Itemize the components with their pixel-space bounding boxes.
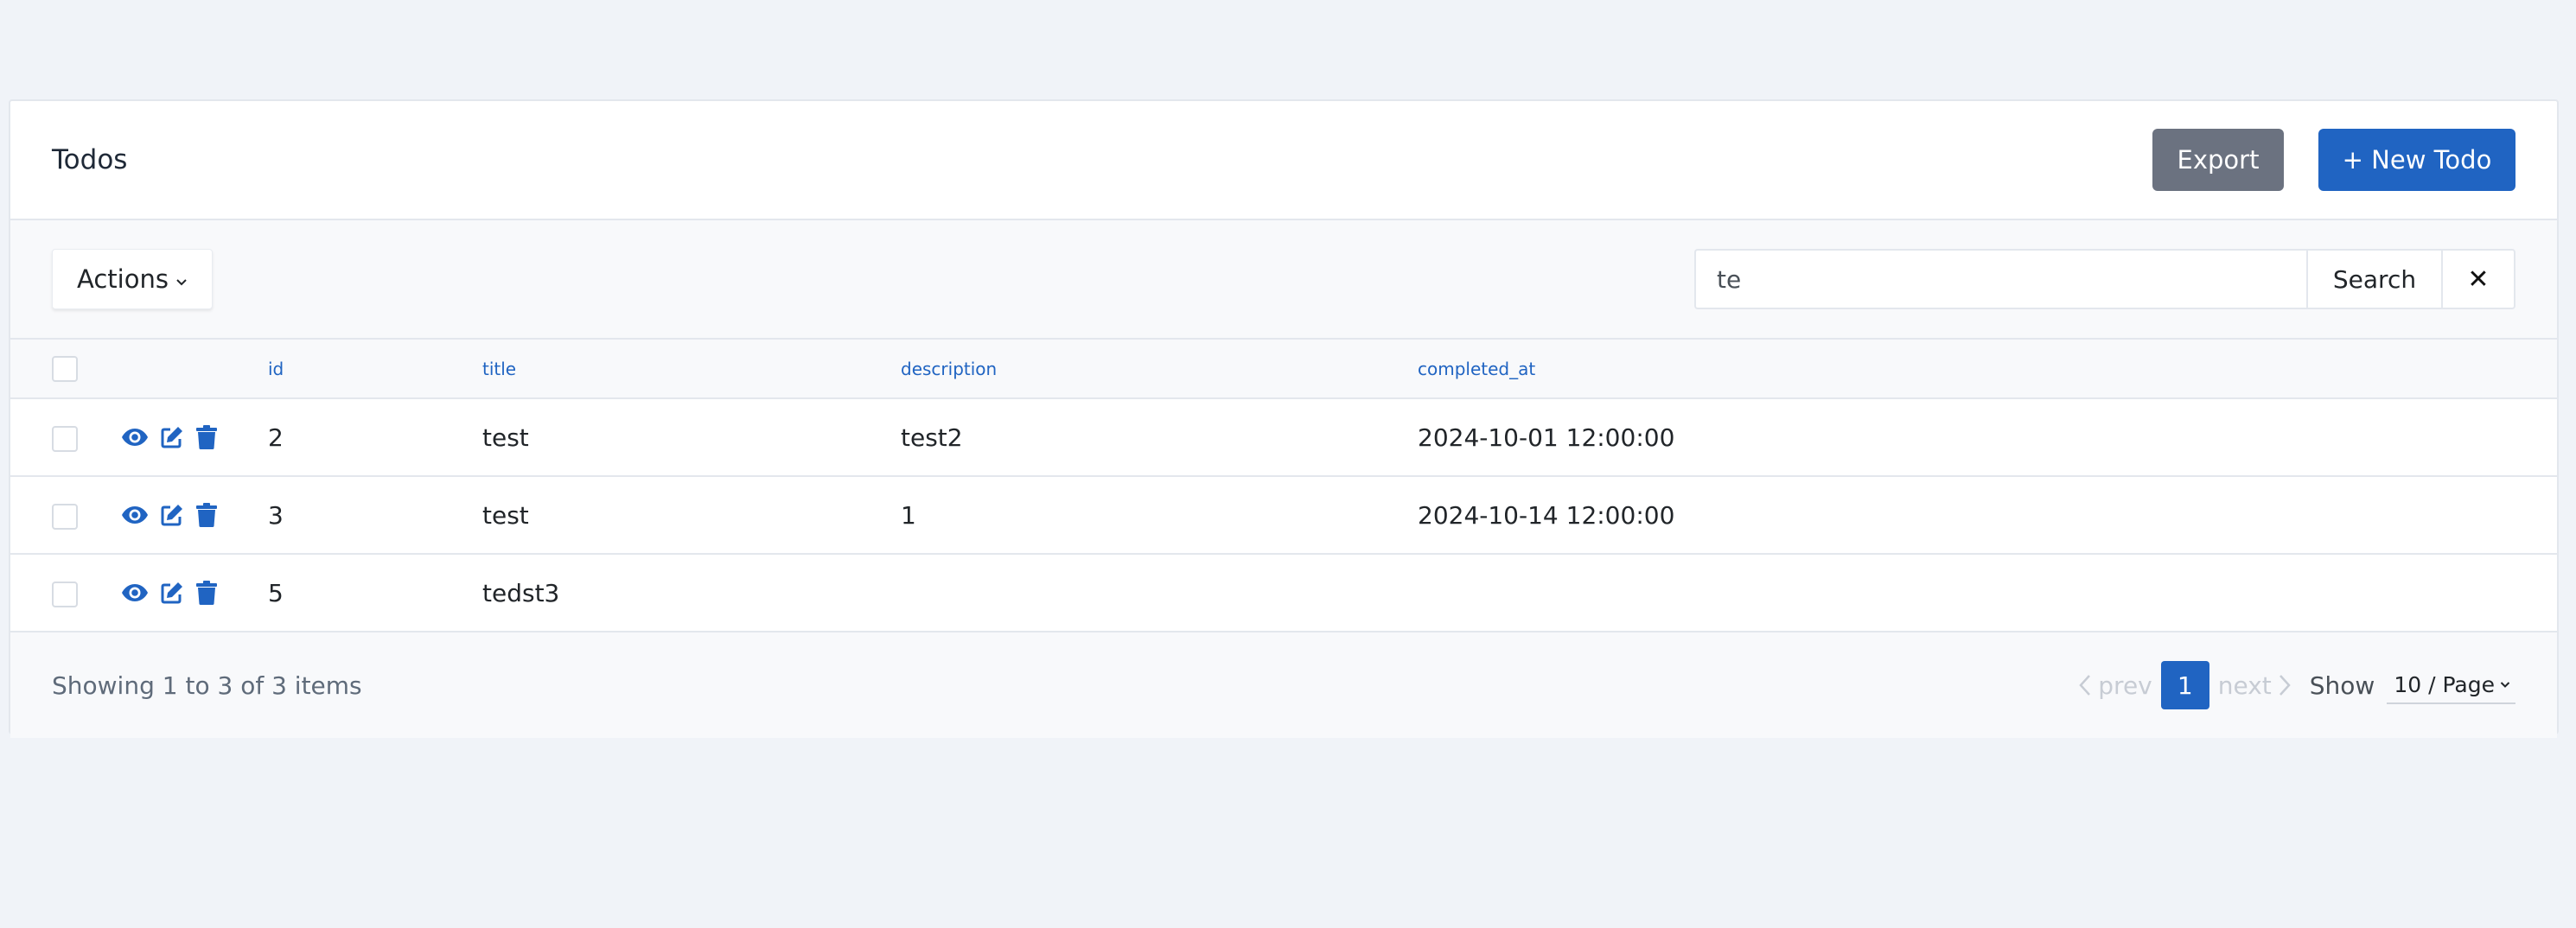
column-header-completed-at[interactable]: completed_at xyxy=(1418,340,2557,399)
cell-description: test2 xyxy=(901,423,963,452)
actions-dropdown[interactable]: Actions xyxy=(52,249,213,309)
trash-icon[interactable] xyxy=(195,580,218,606)
new-todo-button[interactable]: + New Todo xyxy=(2318,129,2515,191)
header-buttons: Export + New Todo xyxy=(2152,129,2515,191)
cell-id: 2 xyxy=(268,423,284,452)
table-header-row: id title description completed_at xyxy=(10,340,2557,399)
edit-icon[interactable] xyxy=(159,502,185,528)
prev-label: prev xyxy=(2098,671,2152,700)
page-title: Todos xyxy=(52,144,128,175)
table-row: 5 tedst3 xyxy=(10,554,2557,632)
clear-search-button[interactable]: ✕ xyxy=(2441,249,2515,309)
per-page-select[interactable]: 10 / Page xyxy=(2387,667,2515,704)
actions-header xyxy=(121,340,268,399)
search-button[interactable]: Search xyxy=(2306,249,2441,309)
chevron-down-icon xyxy=(2500,681,2510,688)
table-row: 3 test 1 2024-10-14 12:00:00 xyxy=(10,476,2557,554)
table-row: 2 test test2 2024-10-01 12:00:00 xyxy=(10,398,2557,476)
cell-title: test xyxy=(482,500,529,530)
cell-title: test xyxy=(482,423,529,452)
next-page-link[interactable]: next xyxy=(2218,671,2291,700)
toolbar: Actions Search ✕ xyxy=(10,220,2557,340)
cell-description xyxy=(901,554,1418,632)
showing-summary: Showing 1 to 3 of 3 items xyxy=(52,671,362,700)
chevron-left-icon xyxy=(2079,675,2091,696)
cell-completed-at xyxy=(1418,554,2557,632)
eye-icon[interactable] xyxy=(121,582,149,604)
todos-table: id title description completed_at 2 test xyxy=(10,340,2557,632)
chevron-right-icon xyxy=(2279,675,2291,696)
select-all-cell xyxy=(10,340,121,399)
per-page-value: 10 / Page xyxy=(2394,671,2495,697)
card-header: Todos Export + New Todo xyxy=(10,101,2557,220)
page-number-current[interactable]: 1 xyxy=(2160,661,2209,709)
eye-icon[interactable] xyxy=(121,504,149,526)
next-label: next xyxy=(2217,671,2272,700)
column-header-title[interactable]: title xyxy=(482,340,901,399)
cell-id: 3 xyxy=(268,500,284,530)
edit-icon[interactable] xyxy=(159,424,185,450)
cell-description: 1 xyxy=(901,500,916,530)
search-input[interactable] xyxy=(1694,249,2306,309)
row-checkbox[interactable] xyxy=(52,581,78,607)
trash-icon[interactable] xyxy=(195,424,218,450)
column-header-description[interactable]: description xyxy=(901,340,1418,399)
cell-title: tedst3 xyxy=(482,578,560,607)
show-label: Show xyxy=(2309,671,2375,700)
prev-page-link[interactable]: prev xyxy=(2079,671,2152,700)
cell-id: 5 xyxy=(268,578,284,607)
export-button[interactable]: Export xyxy=(2152,129,2284,191)
row-checkbox[interactable] xyxy=(52,425,78,452)
cell-completed-at: 2024-10-01 12:00:00 xyxy=(1418,423,1675,452)
eye-icon[interactable] xyxy=(121,426,149,448)
search-group: Search ✕ xyxy=(1694,249,2515,309)
pagination: prev 1 next Show 10 / Page xyxy=(2079,661,2515,709)
chevron-down-icon xyxy=(175,270,188,291)
row-checkbox[interactable] xyxy=(52,503,78,530)
edit-icon[interactable] xyxy=(159,580,185,606)
column-header-id[interactable]: id xyxy=(268,340,482,399)
todos-card: Todos Export + New Todo Actions Search ✕ xyxy=(9,99,2559,738)
card-footer: Showing 1 to 3 of 3 items prev 1 next Sh… xyxy=(10,632,2557,738)
trash-icon[interactable] xyxy=(195,502,218,528)
select-all-checkbox[interactable] xyxy=(52,355,78,382)
cell-completed-at: 2024-10-14 12:00:00 xyxy=(1418,500,1675,530)
actions-label: Actions xyxy=(77,264,169,294)
